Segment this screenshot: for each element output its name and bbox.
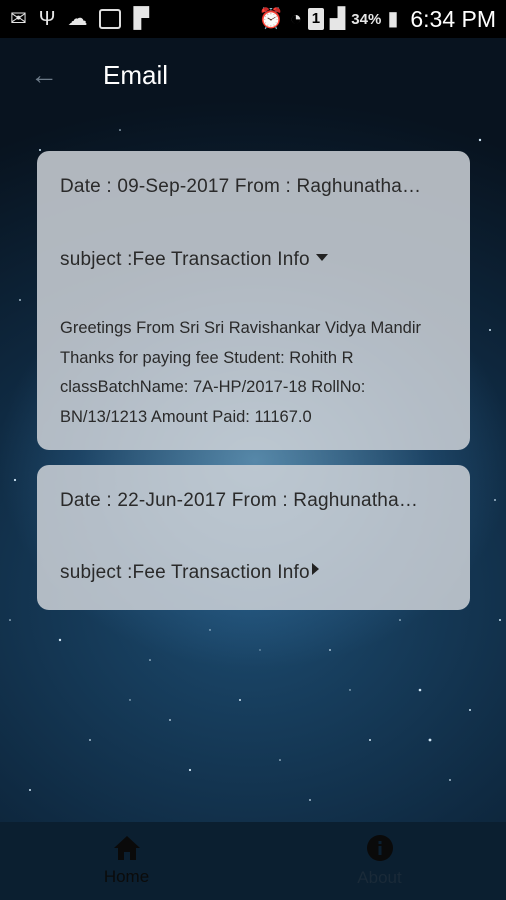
email-date-from: Date : 09-Sep-2017 From : Raghunatha…	[60, 176, 422, 197]
info-icon	[366, 835, 393, 861]
email-body: Greetings From Sri Sri Ravishankar Vidya…	[60, 319, 421, 426]
battery-icon: ▮	[387, 8, 399, 30]
battery-percent: 34%	[351, 10, 382, 28]
tab-about[interactable]: About	[253, 822, 506, 900]
back-arrow-icon[interactable]: ←	[30, 60, 60, 90]
mail-icon: ✉	[10, 8, 27, 30]
tab-home[interactable]: Home	[0, 822, 253, 900]
email-subject-text: subject :Fee Transaction Info	[60, 249, 310, 270]
clock: 6:34 PM	[410, 5, 496, 32]
email-date-from: Date : 22-Jun-2017 From : Raghunatha…	[60, 490, 419, 511]
wifi-icon: ◔	[289, 8, 302, 30]
app-bar: ← Email	[0, 38, 506, 112]
tab-about-label: About	[357, 868, 402, 887]
flipboard-icon: ▛	[133, 8, 149, 30]
email-subject[interactable]: subject :Fee Transaction Info	[60, 562, 319, 584]
caret-down-icon[interactable]	[315, 253, 328, 261]
email-card[interactable]: Date : 09-Sep-2017 From : Raghunatha… su…	[37, 151, 470, 450]
starfield-background	[9, 129, 501, 801]
caret-right-icon[interactable]	[311, 563, 319, 575]
usb-icon: Ψ	[38, 8, 56, 30]
tab-home-label: Home	[103, 867, 150, 886]
alarm-icon: ⏰	[258, 8, 284, 30]
signal-icon: ▟	[329, 8, 346, 30]
email-subject-text: subject :Fee Transaction Info	[60, 562, 310, 583]
email-subject[interactable]: subject :Fee Transaction Info	[60, 249, 328, 271]
cloud-icon: ☁	[67, 8, 88, 30]
email-card[interactable]: Date : 22-Jun-2017 From : Raghunatha… su…	[37, 465, 470, 610]
status-bar: ✉ Ψ ☁ ▛ ⏰ ◔ 1 ▟ 34% ▮ 6:34 PM	[0, 0, 506, 38]
home-icon	[113, 836, 140, 860]
bottom-navigation: Home About	[0, 822, 506, 900]
page-title: Email	[103, 60, 169, 90]
image-icon	[99, 9, 122, 29]
sim-slot-badge: 1	[307, 8, 324, 30]
